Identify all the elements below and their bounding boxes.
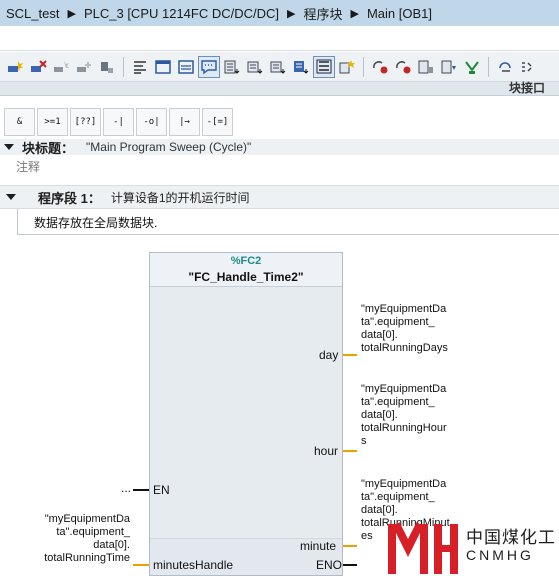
pin-minute: minute xyxy=(300,539,337,553)
reset-icon[interactable] xyxy=(96,56,118,78)
abs-op-icon[interactable] xyxy=(129,56,151,78)
block-interface-label[interactable]: 块接口 xyxy=(509,82,545,95)
more-icon[interactable] xyxy=(494,56,516,78)
editor-toolbar xyxy=(0,52,559,82)
network-comment[interactable]: 数据存放在全局数据块. xyxy=(34,214,157,231)
compare-icon[interactable] xyxy=(415,56,437,78)
wire-minutes-handle xyxy=(133,564,149,566)
collapse-arrow-icon[interactable] xyxy=(6,194,16,200)
watermark-cn: 中国煤化工 xyxy=(466,528,556,547)
block-interface-bar[interactable]: 块接口 xyxy=(0,82,559,96)
operand-day[interactable]: "myEquipmentDa ta".equipment_ data[0]. t… xyxy=(361,303,448,355)
pin-hour: hour xyxy=(314,444,339,458)
watermark-logo: 中国煤化工 CNMHG xyxy=(388,520,559,576)
network-title[interactable]: 计算设备1的开机运行时间 xyxy=(111,189,250,206)
wire-minute xyxy=(343,545,357,547)
insert-row-icon[interactable] xyxy=(50,56,72,78)
chevron-right-icon: ▶ xyxy=(350,7,359,20)
operand-minutes-handle[interactable]: "myEquipmentDa ta".equipment_ data[0]. t… xyxy=(24,513,130,565)
wire-day xyxy=(343,354,357,356)
delete-network-icon[interactable] xyxy=(27,56,49,78)
operand-hour[interactable]: "myEquipmentDa ta".equipment_ data[0]. t… xyxy=(361,383,447,448)
function-block-header: %FC2 "FC_Handle_Time2" xyxy=(150,253,342,287)
cnmhg-logo-icon xyxy=(388,522,458,574)
breadcrumb-device[interactable]: PLC_3 [CPU 1214FC DC/DC/DC] xyxy=(84,6,279,21)
open-branch-button[interactable]: |→ xyxy=(169,108,200,136)
function-block-body xyxy=(150,287,342,539)
insert-network-icon[interactable] xyxy=(4,56,26,78)
network-header[interactable]: 程序段 1： 计算设备1的开机运行时间 xyxy=(0,185,559,209)
empty-box-instruction-button[interactable]: [??] xyxy=(70,108,101,136)
breadcrumb: SCL_test ▶ PLC_3 [CPU 1214FC DC/DC/DC] ▶… xyxy=(0,0,559,26)
list-icon[interactable] xyxy=(175,56,197,78)
comment-icon[interactable] xyxy=(198,55,220,78)
operand-en[interactable]: ... xyxy=(121,481,131,495)
absolute-list-icon[interactable] xyxy=(313,55,335,78)
debug-icon[interactable] xyxy=(438,56,460,78)
pin-eno: ENO xyxy=(316,558,343,572)
toolbar-separator xyxy=(363,56,364,77)
download-icon[interactable] xyxy=(244,56,266,78)
function-block-call[interactable]: %FC2 "FC_Handle_Time2" xyxy=(149,252,343,576)
block-comment[interactable]: 注释 xyxy=(16,158,40,175)
set-star-icon[interactable] xyxy=(336,56,358,78)
pin-day: day xyxy=(319,348,339,362)
and-instruction-button[interactable]: & xyxy=(4,108,35,136)
watermark-en: CNMHG xyxy=(466,547,534,563)
pin-minutes-handle: minutesHandle xyxy=(153,558,234,572)
status-icon[interactable] xyxy=(461,56,483,78)
toolbar-separator xyxy=(123,56,124,77)
collapse-arrow-icon[interactable] xyxy=(4,144,14,150)
breadcrumb-folder[interactable]: 程序块 xyxy=(303,4,342,23)
favorites-icon[interactable] xyxy=(221,56,243,78)
overflow-icon[interactable] xyxy=(517,56,539,78)
negated-input-button[interactable]: -o| xyxy=(136,108,167,136)
stop-monitor-icon[interactable] xyxy=(392,56,414,78)
breadcrumb-block[interactable]: Main [OB1] xyxy=(367,6,432,21)
wire-hour xyxy=(343,450,357,452)
chevron-right-icon: ▶ xyxy=(287,7,296,20)
or-instruction-button[interactable]: >=1 xyxy=(37,108,68,136)
assignment-instruction-button[interactable]: -[=] xyxy=(202,108,233,136)
block-title-row[interactable]: 块标题： "Main Program Sweep (Cycle)" xyxy=(0,139,559,156)
branch-instruction-button[interactable]: -| xyxy=(103,108,134,136)
goto-icon[interactable] xyxy=(369,56,391,78)
function-block-instance[interactable]: %FC2 xyxy=(150,255,342,267)
add-row-icon[interactable] xyxy=(73,56,95,78)
network-label: 程序段 1： xyxy=(38,190,101,206)
block-interface-icon[interactable] xyxy=(152,56,174,78)
function-block-name[interactable]: "FC_Handle_Time2" xyxy=(150,270,342,284)
block-title-text[interactable]: "Main Program Sweep (Cycle)" xyxy=(86,140,251,154)
wire-en xyxy=(133,489,149,491)
tag-info-icon[interactable] xyxy=(290,56,312,78)
pin-en: EN xyxy=(153,483,170,497)
monitor-icon[interactable] xyxy=(267,56,289,78)
wire-eno xyxy=(343,564,357,566)
instruction-favorites: & >=1 [??] -| -o| |→ -[=] xyxy=(0,106,240,138)
toolbar-separator xyxy=(488,56,489,77)
block-title-label: 块标题： xyxy=(22,140,75,156)
title-spacer xyxy=(0,26,559,51)
chevron-right-icon: ▶ xyxy=(67,7,76,20)
breadcrumb-project[interactable]: SCL_test xyxy=(6,6,59,21)
